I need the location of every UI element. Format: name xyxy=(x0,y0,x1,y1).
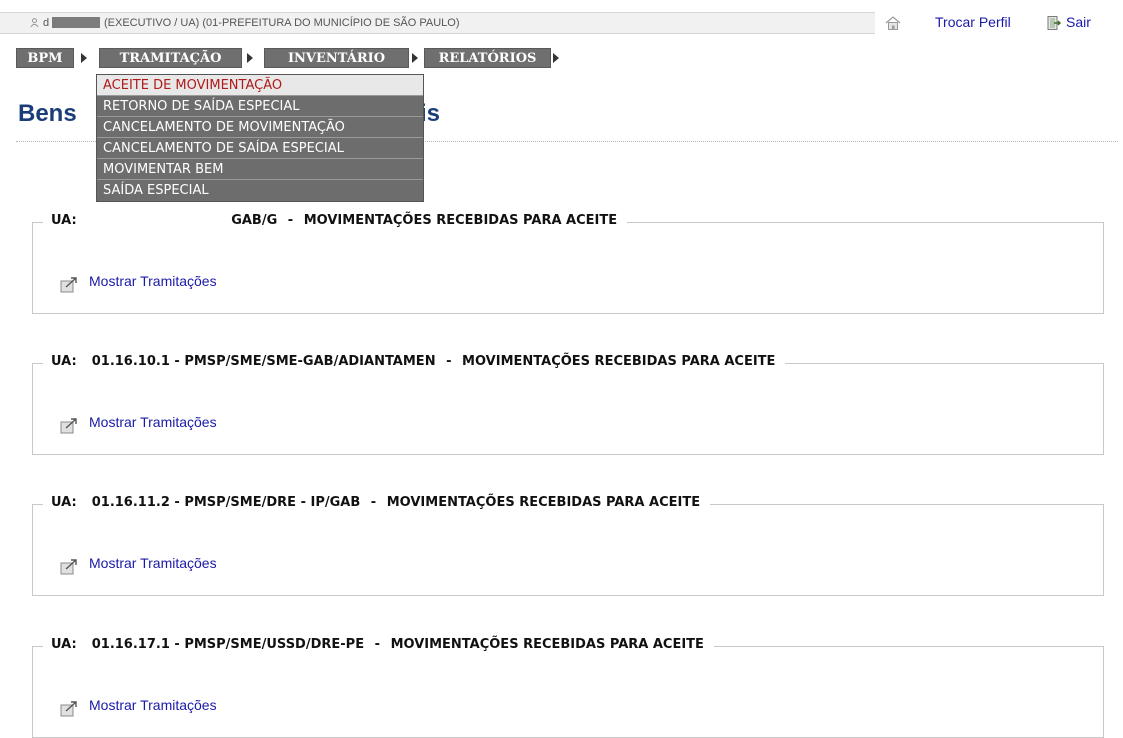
sair-link[interactable]: Sair xyxy=(1066,14,1091,30)
ua-name: PMSP/SME/SME-GAB/ADIANTAMEN xyxy=(184,354,436,369)
ua-code: 01.16.10.1 xyxy=(91,354,170,369)
trocar-perfil-link[interactable]: Trocar Perfil xyxy=(935,14,1011,30)
user-profile-label: (EXECUTIVO / UA) (01-PREFEITURA DO MUNIC… xyxy=(104,17,460,29)
ua-section-header: UA: 01.16.11.2 - PMSP/SME/DRE - IP/GAB -… xyxy=(43,495,711,510)
ua-name: GAB/G xyxy=(231,213,278,228)
redacted-username xyxy=(52,17,100,28)
menu-arrow-icon xyxy=(81,53,87,63)
menu-bpm[interactable]: BPM xyxy=(16,48,74,68)
menu-inventario[interactable]: INVENTÁRIO xyxy=(264,48,409,68)
menu-arrow-icon xyxy=(247,53,253,63)
dropdown-item-cancelamento-de-movimentacao[interactable]: CANCELAMENTO DE MOVIMENTAÇÃO xyxy=(97,117,423,138)
expand-icon xyxy=(60,559,77,575)
ua-section: UA: 01.16.10.1 - PMSP/SME/SME-GAB/ADIANT… xyxy=(32,354,1104,455)
ua-prefix: UA: xyxy=(51,354,77,369)
menu-arrow-icon xyxy=(553,53,559,63)
ua-prefix: UA: xyxy=(51,213,77,228)
home-icon[interactable] xyxy=(885,16,901,30)
ua-suffix: MOVIMENTAÇÕES RECEBIDAS PARA ACEITE xyxy=(303,213,618,228)
dropdown-item-aceite-de-movimentacao[interactable]: ACEITE DE MOVIMENTAÇÃO xyxy=(97,75,423,96)
ua-suffix: MOVIMENTAÇÕES RECEBIDAS PARA ACEITE xyxy=(390,637,704,652)
dropdown-item-cancelamento-de-saida-especial[interactable]: CANCELAMENTO DE SAÍDA ESPECIAL xyxy=(97,138,423,159)
ua-section: UA: GAB/G - MOVIMENTAÇÕES RECEBIDAS PARA… xyxy=(32,213,1104,314)
ua-code: 01.16.11.2 xyxy=(91,495,170,510)
ua-section: UA: 01.16.11.2 - PMSP/SME/DRE - IP/GAB -… xyxy=(32,495,1104,596)
top-bar: d (EXECUTIVO / UA) (01-PREFEITURA DO MUN… xyxy=(0,0,1123,44)
user-icon xyxy=(30,18,39,27)
ua-section-header: UA: GAB/G - MOVIMENTAÇÕES RECEBIDAS PARA… xyxy=(43,213,628,228)
dropdown-item-saida-especial[interactable]: SAÍDA ESPECIAL xyxy=(97,180,423,201)
tramitacao-dropdown: ACEITE DE MOVIMENTAÇÃO RETORNO DE SAÍDA … xyxy=(96,74,424,202)
user-login: d xyxy=(43,17,50,29)
page-title: Bens xyxy=(18,100,77,127)
dropdown-item-retorno-de-saida-especial[interactable]: RETORNO DE SAÍDA ESPECIAL xyxy=(97,96,423,117)
dropdown-item-movimentar-bem[interactable]: MOVIMENTAR BEM xyxy=(97,159,423,180)
ua-section-header: UA: 01.16.10.1 - PMSP/SME/SME-GAB/ADIANT… xyxy=(43,354,786,369)
ua-section-header: UA: 01.16.17.1 - PMSP/SME/USSD/DRE-PE - … xyxy=(43,637,714,652)
user-info-bar: d (EXECUTIVO / UA) (01-PREFEITURA DO MUN… xyxy=(0,12,875,34)
ua-section: UA: 01.16.17.1 - PMSP/SME/USSD/DRE-PE - … xyxy=(32,637,1104,738)
exit-icon[interactable] xyxy=(1046,15,1062,31)
ua-suffix: MOVIMENTAÇÕES RECEBIDAS PARA ACEITE xyxy=(462,354,776,369)
menu-relatorios[interactable]: RELATÓRIOS xyxy=(424,48,551,68)
expand-icon xyxy=(60,701,77,717)
menu-arrow-icon xyxy=(412,53,418,63)
menu-tramitacao[interactable]: TRAMITAÇÃO xyxy=(99,48,242,68)
ua-suffix: MOVIMENTAÇÕES RECEBIDAS PARA ACEITE xyxy=(386,495,701,510)
expand-icon xyxy=(60,418,77,434)
ua-prefix: UA: xyxy=(51,637,77,652)
ua-prefix: UA: xyxy=(51,495,77,510)
ua-name: PMSP/SME/USSD/DRE-PE xyxy=(184,637,365,652)
expand-icon xyxy=(60,277,77,293)
ua-name: PMSP/SME/DRE - IP/GAB xyxy=(184,495,361,510)
ua-code: 01.16.17.1 xyxy=(91,637,170,652)
